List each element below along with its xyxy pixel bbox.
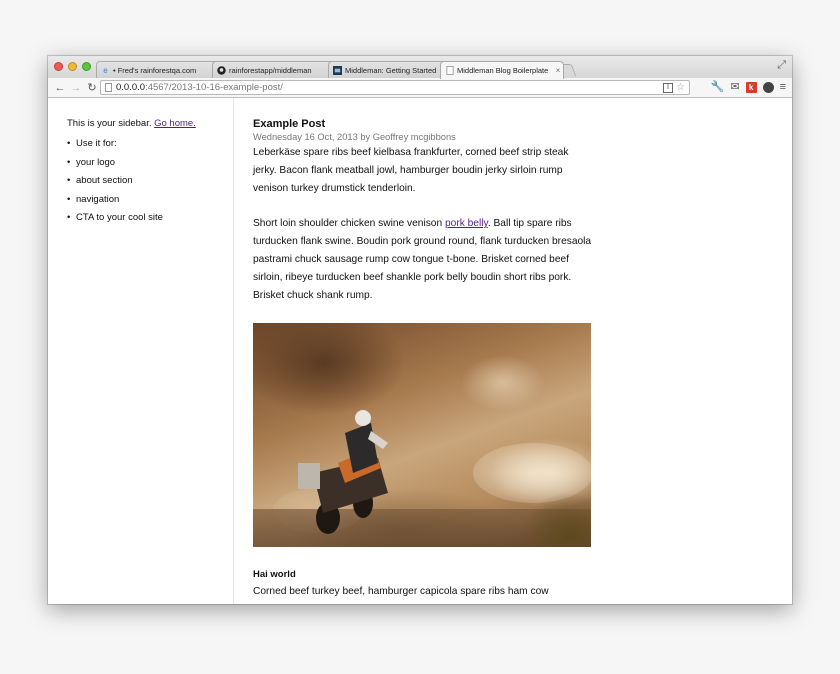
tab-label: rainforestapp/middleman: [229, 65, 312, 75]
bookmark-star-icon[interactable]: ☆: [676, 81, 685, 94]
page-icon: [445, 66, 454, 75]
paragraph-text: . Ball tip spare ribs turducken flank sw…: [253, 218, 592, 301]
extension-k-icon[interactable]: k: [745, 82, 757, 93]
tab-middleman-getting-started[interactable]: Middleman: Getting Started ×: [328, 61, 452, 78]
motorcycle-rider-illustration: [298, 410, 388, 534]
browser-window: e • Fred's rainforestqa.com × rainforest…: [48, 56, 792, 604]
url-host: 0.0.0.0: [116, 82, 146, 93]
paragraph-text: Short loin shoulder chicken swine veniso…: [253, 218, 445, 229]
list-item: navigation: [67, 194, 233, 213]
list-item: about section: [67, 175, 233, 194]
tab-label: Middleman: Getting Started: [345, 65, 437, 75]
pork-belly-link[interactable]: pork belly: [445, 218, 488, 229]
post-article: Example Post Wednesday 16 Oct, 2013 by G…: [253, 118, 593, 601]
wrench-icon[interactable]: 🔧: [711, 81, 725, 94]
tab-rainforestqa[interactable]: e • Fred's rainforestqa.com ×: [96, 61, 220, 78]
github-icon: [217, 65, 226, 75]
post-image: [253, 323, 591, 547]
forward-arrow-icon[interactable]: →: [68, 81, 84, 95]
address-bar[interactable]: 0.0.0.0:4567/2013-10-16-example-post/ I …: [100, 80, 690, 95]
back-arrow-icon[interactable]: ←: [52, 81, 68, 95]
post-paragraph: Leberkäse spare ribs beef kielbasa frank…: [253, 147, 569, 194]
sidebar-intro: This is your sidebar. Go home.: [67, 118, 233, 129]
menu-icon[interactable]: ≡: [780, 81, 786, 94]
tab-label: Middleman Blog Boilerplate: [457, 66, 549, 75]
minimize-window-button[interactable]: [68, 62, 77, 71]
extension-bar: 🔧 ✉ k ≡: [711, 81, 786, 94]
mail-icon[interactable]: ✉: [730, 81, 739, 94]
go-home-link[interactable]: Go home.: [154, 118, 196, 129]
post-paragraph: Short loin shoulder chicken swine veniso…: [253, 215, 593, 305]
post-paragraph: Corned beef turkey beef, hamburger capic…: [253, 586, 549, 597]
close-window-button[interactable]: [54, 62, 63, 71]
tab-strip: e • Fred's rainforestqa.com × rainforest…: [48, 56, 792, 79]
page-content: This is your sidebar. Go home. Use it fo…: [48, 98, 792, 604]
zoom-window-button[interactable]: [82, 62, 91, 71]
tab-github[interactable]: rainforestapp/middleman ×: [212, 61, 336, 78]
tab-close-icon[interactable]: ×: [553, 63, 563, 78]
browser-icon: e: [103, 65, 108, 75]
list-item: Use it for:: [67, 138, 233, 157]
reader-icon[interactable]: I: [663, 82, 674, 93]
url-path: :4567/2013-10-16-example-post/: [145, 82, 283, 93]
window-controls: [54, 62, 91, 71]
middleman-icon: [333, 65, 342, 75]
list-item: your logo: [67, 157, 233, 176]
sidebar: This is your sidebar. Go home. Use it fo…: [48, 98, 234, 604]
sidebar-intro-text: This is your sidebar.: [67, 118, 152, 129]
tab-middleman-blog-boilerplate[interactable]: Middleman Blog Boilerplate ×: [440, 61, 564, 79]
fullscreen-icon[interactable]: ⤢: [777, 59, 786, 72]
list-item: CTA to your cool site: [67, 212, 233, 231]
post-subheading: Hai world: [253, 569, 296, 580]
post-meta: Wednesday 16 Oct, 2013 by Geoffrey mcgib…: [253, 132, 456, 142]
extension-hex-icon[interactable]: [762, 82, 774, 93]
tab-label: • Fred's rainforestqa.com: [113, 65, 197, 75]
browser-toolbar: ← → ↻ 0.0.0.0:4567/2013-10-16-example-po…: [48, 78, 792, 98]
sidebar-list: Use it for: your logo about section navi…: [67, 138, 233, 231]
post-title: Example Post: [253, 118, 326, 130]
page-icon: [105, 83, 112, 92]
reload-icon[interactable]: ↻: [84, 81, 100, 95]
